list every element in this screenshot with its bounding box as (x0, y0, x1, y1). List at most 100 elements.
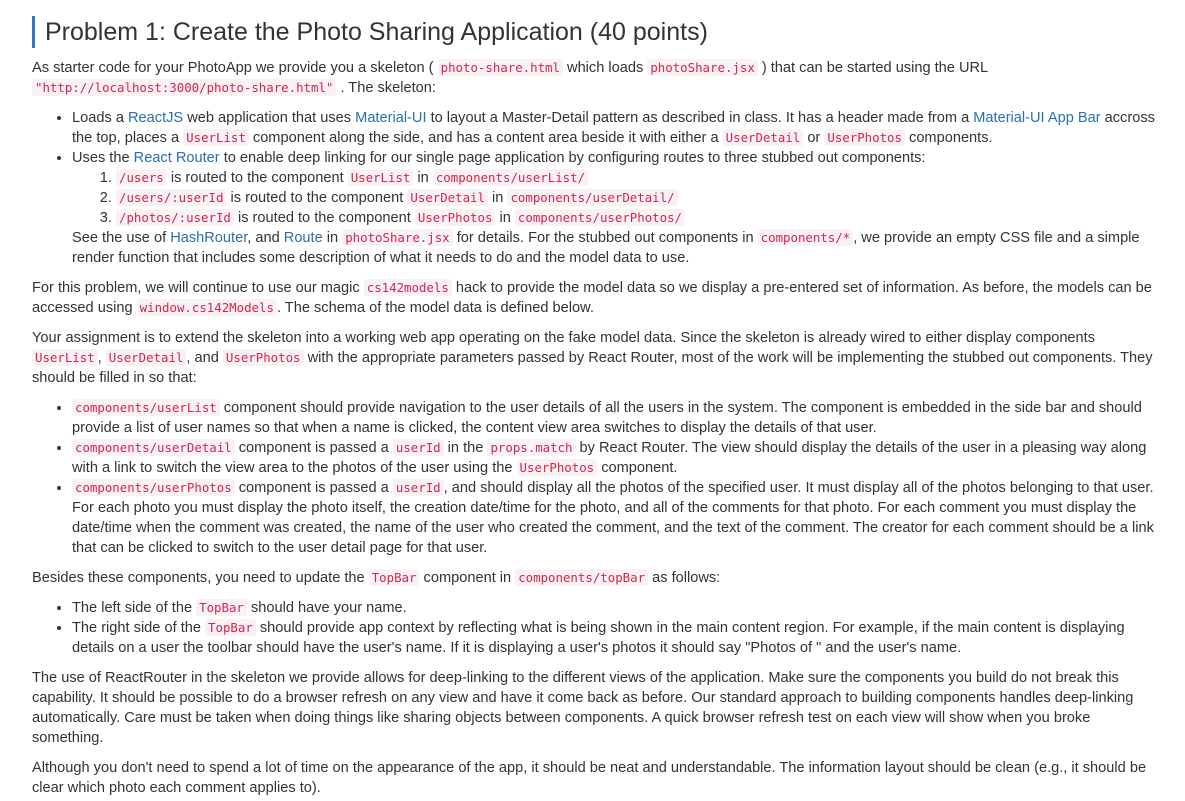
text: Although you don't need to spend a lot o… (32, 760, 1147, 796)
text: in (487, 190, 508, 206)
inline-code: components/userDetail/ (507, 189, 678, 206)
paragraph: Your assignment is to extend the skeleto… (32, 328, 1165, 388)
page-title: Problem 1: Create the Photo Sharing Appl… (32, 16, 1165, 48)
inline-code: UserList (32, 349, 98, 366)
text: component is passed a (234, 440, 393, 456)
bullet-list: components/userList component should pro… (32, 398, 1165, 558)
paragraph: Although you don't need to spend a lot o… (32, 758, 1165, 798)
inline-code: UserDetail (105, 349, 187, 366)
inline-code: cs142models (363, 279, 452, 296)
text: is routed to the component (166, 170, 348, 186)
text: component should provide navigation to t… (72, 400, 1142, 436)
inline-code: components/userPhotos (72, 479, 235, 496)
list-item: Uses the React Router to enable deep lin… (72, 148, 1165, 268)
text: Uses the (72, 150, 134, 166)
list-item: The right side of the TopBar should prov… (72, 618, 1165, 658)
text: web application that uses (183, 110, 356, 126)
link-react-router[interactable]: React Router (134, 150, 220, 166)
bullet-list: The left side of the TopBar should have … (32, 598, 1165, 658)
paragraph: The use of ReactRouter in the skeleton w… (32, 668, 1165, 748)
link-material-ui[interactable]: Material-UI (355, 110, 426, 126)
link-material-ui-app-bar[interactable]: Material-UI App Bar (973, 110, 1100, 126)
inline-code: UserList (183, 129, 249, 146)
text: As starter code for your PhotoApp we pro… (32, 60, 438, 76)
list-item: The left side of the TopBar should have … (72, 598, 1165, 618)
text: as follows: (648, 570, 721, 586)
text: for details. For the stubbed out compone… (452, 230, 758, 246)
text: The use of ReactRouter in the skeleton w… (32, 670, 1134, 746)
inline-code: UserDetail (722, 129, 804, 146)
paragraph: Besides these components, you need to up… (32, 568, 1165, 588)
link-reactjs[interactable]: ReactJS (128, 110, 183, 126)
inline-code: UserPhotos (516, 459, 598, 476)
text: is routed to the component (226, 190, 408, 206)
inline-code: TopBar (368, 569, 420, 586)
inline-code: UserList (347, 169, 414, 186)
text: . The schema of the model data is define… (276, 300, 594, 316)
bullet-list: Loads a ReactJS web application that use… (32, 108, 1165, 268)
document: Problem 1: Create the Photo Sharing Appl… (0, 0, 1185, 798)
text: Loads a (72, 110, 128, 126)
inline-code: userId (392, 479, 444, 496)
inline-code: components/userList/ (432, 169, 589, 186)
inline-code: userId (392, 439, 444, 456)
inline-code: components/topBar (515, 569, 649, 586)
route-item: /users is routed to the component UserLi… (116, 168, 1165, 188)
text: , (97, 350, 106, 366)
list-item: Loads a ReactJS web application that use… (72, 108, 1165, 148)
text: The right side of the (72, 620, 206, 636)
text: , and (247, 230, 284, 246)
text: is routed to the component (233, 210, 415, 226)
text: should have your name. (246, 600, 407, 616)
inline-code: components/userDetail (72, 439, 235, 456)
route-list: /users is routed to the component UserLi… (72, 168, 1165, 228)
text: component is passed a (234, 480, 393, 496)
list-item-note: See the use of HashRouter, and Route in … (72, 228, 1165, 268)
text: component along the side, and has a cont… (248, 130, 723, 146)
text: to enable deep linking for our single pa… (219, 150, 926, 166)
inline-code: photoShare.jsx (647, 59, 758, 76)
text: component. (597, 460, 678, 476)
list-item: components/userDetail component is passe… (72, 438, 1165, 478)
text: . The skeleton: (336, 80, 436, 96)
inline-code: components/userList (72, 399, 220, 416)
inline-code: "http://localhost:3000/photo-share.html" (32, 79, 337, 96)
inline-code: UserPhotos (414, 209, 496, 226)
text: See the use of (72, 230, 171, 246)
text: in (495, 210, 515, 226)
route-item: /photos/:userId is routed to the compone… (116, 208, 1165, 228)
inline-code: /photos/:userId (116, 209, 234, 226)
inline-code: props.match (487, 439, 576, 456)
text: For this problem, we will continue to us… (32, 280, 364, 296)
paragraph: For this problem, we will continue to us… (32, 278, 1165, 318)
text: ) that can be started using the URL (757, 60, 988, 76)
text: or (803, 130, 825, 146)
inline-code: components/* (757, 229, 854, 246)
link-hashrouter[interactable]: HashRouter (170, 230, 247, 246)
paragraph: As starter code for your PhotoApp we pro… (32, 58, 1165, 98)
inline-code: TopBar (205, 619, 256, 636)
text: The left side of the (72, 600, 197, 616)
route-item: /users/:userId is routed to the componen… (116, 188, 1165, 208)
inline-code: UserPhotos (222, 349, 304, 366)
text: to layout a Master-Detail pattern as des… (426, 110, 974, 126)
text: components. (904, 130, 993, 146)
inline-code: photoShare.jsx (342, 229, 453, 246)
inline-code: UserPhotos (824, 129, 905, 146)
inline-code: /users/:userId (116, 189, 227, 206)
inline-code: TopBar (196, 599, 247, 616)
document-body: As starter code for your PhotoApp we pro… (32, 58, 1165, 798)
inline-code: UserDetail (407, 189, 488, 206)
inline-code: /users (116, 169, 167, 186)
link-route[interactable]: Route (284, 230, 323, 246)
text: which loads (562, 60, 648, 76)
list-item: components/userList component should pro… (72, 398, 1165, 438)
text: Your assignment is to extend the skeleto… (32, 330, 1096, 346)
inline-code: photo-share.html (437, 59, 563, 76)
text: in (413, 170, 433, 186)
list-item: components/userPhotos component is passe… (72, 478, 1165, 558)
text: component in (419, 570, 516, 586)
inline-code: window.cs142Models (136, 299, 277, 316)
text: in (322, 230, 343, 246)
text: , and (186, 350, 223, 366)
